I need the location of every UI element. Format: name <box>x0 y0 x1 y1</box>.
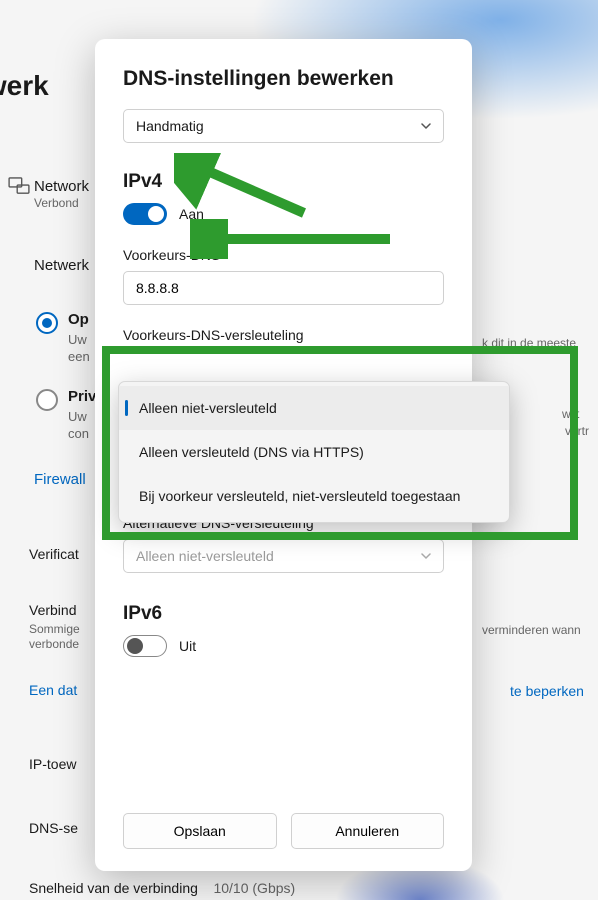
preferred-dns-label: Voorkeurs-DNS <box>123 247 444 263</box>
radio-private[interactable] <box>36 389 58 411</box>
verbinding-desc-2: verbonde <box>29 637 79 651</box>
alt-dns-encryption-value: Alleen niet-versleuteld <box>136 548 274 564</box>
preferred-dns-encryption-menu: Alleen niet-versleuteld Alleen versleute… <box>118 381 510 523</box>
page-title: etwerk <box>0 70 49 102</box>
dns-server-label: DNS-se <box>29 820 78 836</box>
cancel-button[interactable]: Annuleren <box>291 813 445 849</box>
dns-mode-dropdown[interactable]: Handmatig <box>123 109 444 143</box>
right-text-2: wilt <box>562 407 579 421</box>
verbinding-desc-1: Sommige <box>29 622 80 636</box>
encryption-option-doh[interactable]: Alleen versleuteld (DNS via HTTPS) <box>119 430 509 474</box>
dialog-title: DNS-instellingen bewerken <box>123 67 444 91</box>
network-adapter-icon <box>8 177 30 195</box>
ipv6-toggle[interactable] <box>123 635 167 657</box>
preferred-dns-encryption-label: Voorkeurs-DNS-versleuteling <box>123 327 444 343</box>
chevron-down-icon <box>421 551 431 561</box>
dns-mode-value: Handmatig <box>136 118 204 134</box>
network-adapter-name: Network <box>34 178 89 195</box>
encryption-option-prefer-encrypted[interactable]: Bij voorkeur versleuteld, niet-versleute… <box>119 474 509 518</box>
preferred-dns-input[interactable] <box>123 271 444 305</box>
encryption-option-unencrypted[interactable]: Alleen niet-versleuteld <box>119 386 509 430</box>
verbinding-label: Verbind <box>29 602 76 618</box>
right-text-4: verminderen wann <box>482 623 581 637</box>
snelheid-label: Snelheid van de verbinding 10/10 (Gbps) <box>29 880 295 896</box>
alt-dns-encryption-dropdown[interactable]: Alleen niet-versleuteld <box>123 539 444 573</box>
right-link-beperken[interactable]: te beperken <box>510 683 584 699</box>
right-text-1: k dit in de meeste <box>482 336 576 350</box>
save-button[interactable]: Opslaan <box>123 813 277 849</box>
ipv4-heading: IPv4 <box>123 171 444 193</box>
ipv6-toggle-label: Uit <box>179 638 196 654</box>
verificatie-label: Verificat <box>29 546 79 562</box>
chevron-down-icon <box>421 121 431 131</box>
ipv6-heading: IPv6 <box>123 603 444 625</box>
ipv4-toggle[interactable] <box>123 203 167 225</box>
radio-public[interactable] <box>36 312 58 334</box>
ip-toewijzing-label: IP-toew <box>29 756 76 772</box>
ipv4-toggle-label: Aan <box>179 206 204 222</box>
snelheid-value: 10/10 (Gbps) <box>213 880 295 896</box>
een-dat-link[interactable]: Een dat <box>29 682 77 698</box>
snelheid-label-text: Snelheid van de verbinding <box>29 880 198 896</box>
right-text-3: vertr <box>565 424 589 438</box>
